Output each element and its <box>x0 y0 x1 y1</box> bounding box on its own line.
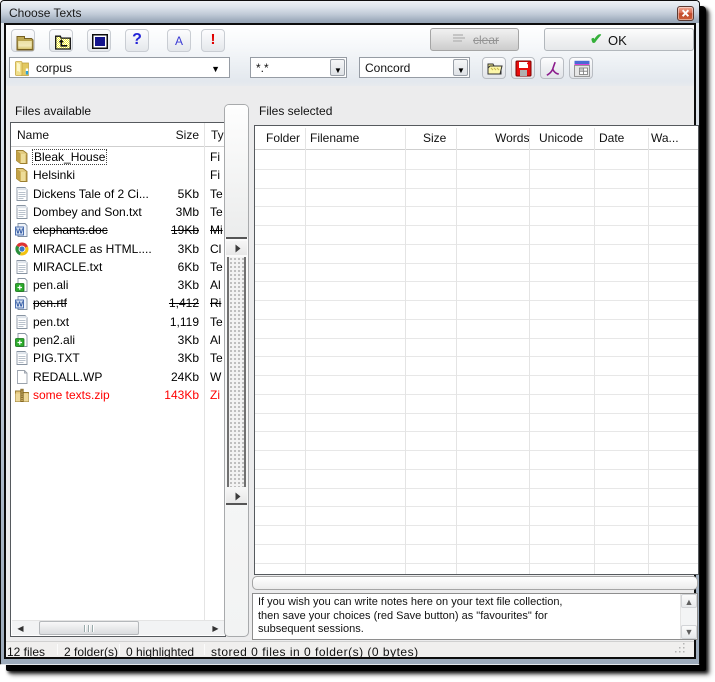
svg-text:W: W <box>16 227 24 236</box>
svg-text:W: W <box>16 300 24 309</box>
